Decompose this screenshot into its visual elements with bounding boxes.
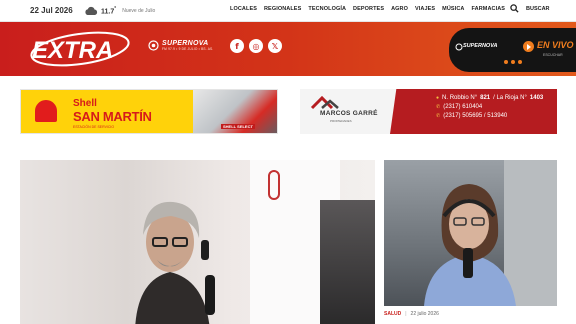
location-icon: ●	[436, 95, 440, 101]
side-article-image[interactable]	[384, 160, 557, 306]
search-icon	[510, 4, 519, 13]
marcos-garre-name: MARCOS GARRÉ	[320, 110, 378, 117]
svg-text:EXTRA: EXTRA	[32, 37, 113, 64]
studio-chair	[320, 200, 375, 324]
shell-station-name: SAN MARTÍN	[73, 109, 152, 124]
nav-item-musica[interactable]: MÚSICA	[442, 6, 464, 12]
shell-tagline: ESTACIÓN DE SERVICIO	[73, 125, 115, 129]
temperature: 11.7°	[101, 6, 117, 16]
x-twitter-icon[interactable]: 𝕏	[268, 39, 282, 53]
live-label: EN VIVO	[537, 40, 574, 50]
weather-widget: 11.7° Nueve de Julio	[84, 4, 155, 18]
marcos-garre-contact: ● N. Robbio N° 821/ La Rioja N° 1403 ✆ (2317…	[436, 95, 543, 119]
wall-logo	[268, 170, 280, 200]
live-dots	[504, 60, 522, 64]
live-radio-name: SUPERNOVA	[463, 43, 498, 49]
live-radio-button[interactable]: SUPERNOVA EN VIVO ESCUCHAR	[449, 28, 576, 72]
nav-item-tecnologia[interactable]: TECNOLOGÍA	[308, 6, 346, 12]
marcos-garre-subtitle: PROPIEDADES	[330, 119, 352, 123]
side-article-photo	[424, 184, 516, 306]
nav-item-viajes[interactable]: VIAJES	[415, 6, 435, 12]
marcos-garre-ad-banner[interactable]: MARCOS GARRÉ PROPIEDADES ● N. Robbio N° 82…	[300, 89, 557, 134]
article-category[interactable]: SALUD	[384, 311, 401, 317]
whatsapp-icon: ✆	[436, 113, 441, 119]
weather-city: Nueve de Julio	[122, 8, 156, 14]
supernova-brand[interactable]: SUPERNOVA FM 97.9 • 9 DE JULIO • BS. AS.	[148, 40, 213, 51]
live-sub: ESCUCHAR	[543, 53, 563, 57]
phone-icon: ✆	[436, 104, 441, 110]
cloud-icon	[85, 6, 98, 15]
search-label: BUSCAR	[526, 5, 550, 12]
main-article-image[interactable]	[20, 160, 375, 324]
play-icon[interactable]	[523, 41, 534, 52]
social-links: f ◎ 𝕏	[230, 39, 282, 53]
shell-ad-banner[interactable]: Shell SAN MARTÍN ESTACIÓN DE SERVICIO SH…	[20, 89, 278, 134]
phone-line-2: ✆ (2317) 505695 / 513940	[436, 113, 508, 119]
shell-brand: Shell	[73, 98, 97, 109]
side-article-meta: SALUD | 22 julio 2026	[384, 311, 439, 317]
shell-sign: SHELL SELECT	[221, 124, 255, 129]
address-line: ● N. Robbio N° 821/ La Rioja N° 1403	[436, 95, 544, 101]
instagram-icon[interactable]: ◎	[249, 39, 263, 53]
nav-item-farmacias[interactable]: FARMACIAS	[471, 6, 505, 12]
phone-line-1: ✆ (2317) 610404	[436, 104, 483, 110]
nav-item-locales[interactable]: LOCALES	[230, 6, 257, 12]
supernova-sub: FM 97.9 • 9 DE JULIO • BS. AS.	[162, 47, 214, 51]
main-nav: LOCALES REGIONALES TECNOLOGÍA DEPORTES A…	[230, 6, 505, 12]
facebook-icon[interactable]: f	[230, 39, 244, 53]
search-button[interactable]: BUSCAR	[510, 4, 550, 13]
nav-item-regionales[interactable]: REGIONALES	[264, 6, 301, 12]
supernova-name: SUPERNOVA	[162, 40, 209, 47]
extra-logo[interactable]: EXTRA	[26, 30, 130, 68]
current-date: 22 Jul 2026	[30, 6, 73, 15]
interviewee-photo	[135, 201, 215, 324]
nav-item-deportes[interactable]: DEPORTES	[353, 6, 384, 12]
top-bar: 22 Jul 2026 11.7° Nueve de Julio LOCALES…	[0, 0, 576, 22]
nav-item-agro[interactable]: AGRO	[391, 6, 408, 12]
article-date: 22 julio 2026	[410, 311, 439, 317]
supernova-logo-icon	[148, 40, 159, 51]
shell-logo-icon	[33, 98, 59, 124]
supernova-live-icon	[455, 43, 463, 51]
